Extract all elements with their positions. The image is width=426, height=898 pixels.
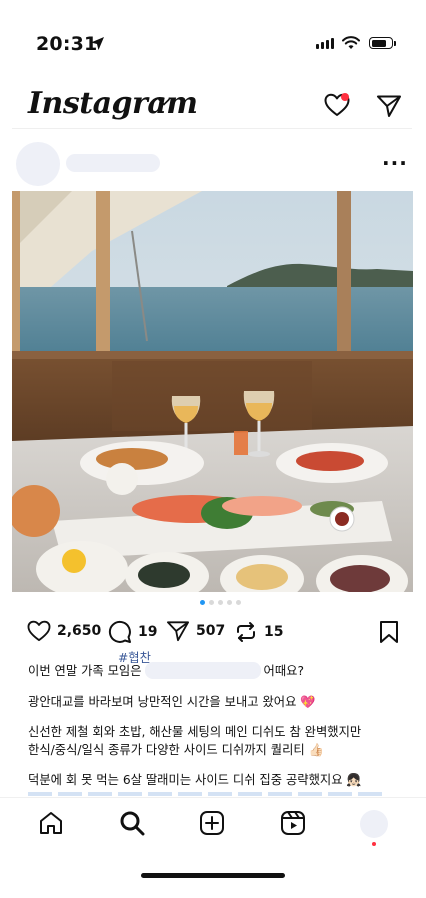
wifi-icon [342,36,360,49]
more-options-icon[interactable]: ··· [382,151,408,175]
profile-notification-dot [372,842,376,846]
profile-avatar[interactable] [360,810,388,838]
home-icon[interactable] [38,810,64,836]
instagram-logo[interactable]: Instagram [28,86,198,121]
carousel-dot [218,600,223,605]
caption-line-4: 한식/중식/일식 종류가 다양한 사이드 디쉬까지 퀄리티 👍🏻 [28,743,324,757]
comment-icon[interactable] [108,620,132,644]
caption-line-5: 덕분에 회 못 먹는 6살 딸래미는 사이드 디쉬 집중 공략했지요 👧🏻 [28,773,362,787]
search-icon[interactable] [119,810,145,836]
create-post-icon[interactable] [199,810,225,836]
carousel-dot [200,600,205,605]
caption-line-2: 광안대교를 바라보며 낭만적인 시간을 보내고 왔어요 💖 [28,695,316,709]
carousel-indicator [200,600,241,605]
carousel-dot [209,600,214,605]
like-action[interactable]: 2,650 [27,620,101,642]
share-count[interactable]: 507 [196,623,225,639]
caption-line-1: 이번 연말 가족 모임은 어때요? [28,662,304,680]
status-time: 20:31 [36,33,98,55]
author-name-placeholder[interactable] [66,154,160,172]
heart-icon[interactable] [27,620,51,642]
location-arrow-icon [91,37,104,50]
bookmark-icon[interactable] [378,620,400,644]
repost-count[interactable]: 15 [264,624,283,640]
repost-icon[interactable] [234,620,258,644]
comment-action[interactable]: 19 [108,620,157,644]
caption-line-1-suffix: 어때요? [263,664,305,678]
like-count[interactable]: 2,650 [57,623,101,639]
cellular-signal-icon [316,38,334,49]
author-avatar[interactable] [16,142,60,186]
header-divider [12,128,412,129]
home-indicator[interactable] [141,873,285,878]
share-icon[interactable] [166,620,190,642]
carousel-dot [227,600,232,605]
caption-line-1-prefix: 이번 연말 가족 모임은 [28,664,142,678]
share-action[interactable]: 507 [166,620,225,642]
carousel-dot [236,600,241,605]
battery-icon [369,37,393,49]
reels-icon[interactable] [280,810,306,836]
comment-count[interactable]: 19 [138,624,157,640]
direct-message-icon[interactable] [376,94,402,118]
chevron-down-icon[interactable] [158,98,170,106]
tabbar-divider [0,797,426,798]
notification-dot [341,93,349,101]
caption-line-3: 신선한 제철 회와 초밥, 해산물 세팅의 메인 디쉬도 참 완벽했지만 [28,725,362,739]
faded-hashtags-line [28,792,388,796]
post-photo[interactable] [12,191,413,592]
repost-action[interactable]: 15 [234,620,283,644]
battery-cap [394,41,396,46]
venue-name-placeholder[interactable] [144,662,261,679]
